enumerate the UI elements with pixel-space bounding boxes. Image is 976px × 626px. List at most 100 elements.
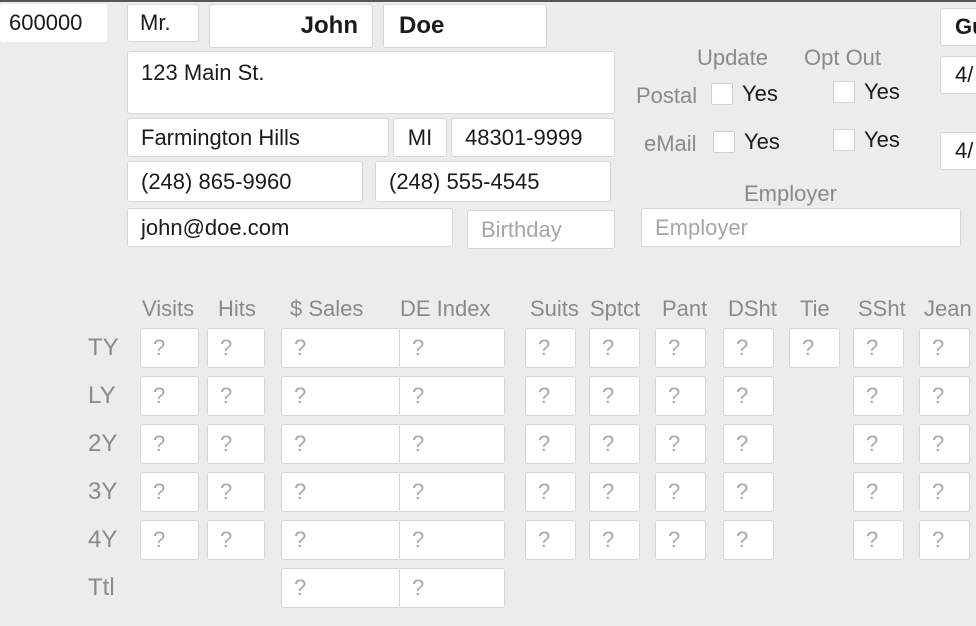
stat-cell-ty-suits[interactable]: ? [525,328,576,368]
employer-field[interactable]: Employer [641,208,961,247]
salutation-field[interactable]: Mr. [127,4,199,42]
first-name-field[interactable]: John [209,4,373,48]
last-name-field[interactable]: Doe [383,4,547,48]
stat-cell-4y-pant[interactable]: ? [655,520,706,560]
stat-cell-2y-jean[interactable]: ? [919,424,970,464]
row-label-3y: 3Y [88,478,118,505]
stat-cell-3y-jean[interactable]: ? [919,472,970,512]
stat-cell-ty-sptct[interactable]: ? [589,328,640,368]
column-header-jean: Jean [924,296,972,321]
stat-cell-2y-de-index[interactable]: ? [399,424,505,464]
state-field[interactable]: MI [393,118,447,157]
stat-cell-4y-hits[interactable]: ? [207,520,265,560]
postal-update-checkbox[interactable] [711,83,733,105]
stat-cell-2y-ssht[interactable]: ? [853,424,904,464]
stat-cell-ty-jean[interactable]: ? [919,328,970,368]
email-field[interactable]: john@doe.com [127,208,453,247]
column-header-tie: Tie [800,296,830,321]
stat-cell-ly-sales[interactable]: ? [281,376,401,416]
row-label-2y: 2Y [88,430,118,457]
stat-cell-2y-hits[interactable]: ? [207,424,265,464]
stat-cell-4y-dsht[interactable]: ? [723,520,774,560]
column-header-suits: Suits [530,296,579,321]
email-update-checkbox[interactable] [713,131,735,153]
stat-cell-ty-ssht[interactable]: ? [853,328,904,368]
stat-cell-2y-visits[interactable]: ? [140,424,199,464]
right-date-field-2[interactable]: 4/ [940,132,976,170]
stat-cell-ly-visits[interactable]: ? [140,376,199,416]
stat-cell-3y-de-index[interactable]: ? [399,472,505,512]
customer-id-field[interactable]: 600000 [0,4,107,42]
optout-header: Opt Out [804,45,882,70]
stat-cell-3y-hits[interactable]: ? [207,472,265,512]
stat-cell-ly-hits[interactable]: ? [207,376,265,416]
column-header-ssht: SSht [858,296,906,321]
stat-cell-ly-de-index[interactable]: ? [399,376,505,416]
stat-cell-3y-dsht[interactable]: ? [723,472,774,512]
column-header-sales: $ Sales [290,296,364,321]
column-header-sptct: Sptct [590,296,641,321]
stat-cell-ty-de-index[interactable]: ? [399,328,505,368]
stat-cell-3y-visits[interactable]: ? [140,472,199,512]
stat-cell-2y-dsht[interactable]: ? [723,424,774,464]
column-header-dsht: DSht [728,296,777,321]
stat-cell-ly-sptct[interactable]: ? [589,376,640,416]
employer-label: Employer [744,181,837,206]
stat-cell-4y-suits[interactable]: ? [525,520,576,560]
stat-cell-3y-pant[interactable]: ? [655,472,706,512]
email-optout-yes-label: Yes [864,127,900,152]
phone2-field[interactable]: (248) 555-4545 [375,161,611,202]
stat-cell-ttl-de-index[interactable]: ? [399,568,505,608]
column-header-de-index: DE Index [400,296,491,321]
column-header-visits: Visits [142,296,195,321]
email-optout-checkbox[interactable] [833,129,855,151]
stat-cell-2y-sales[interactable]: ? [281,424,401,464]
stat-cell-ty-tie[interactable]: ? [789,328,840,368]
postal-update-yes-label: Yes [742,81,778,106]
stat-cell-ly-jean[interactable]: ? [919,376,970,416]
stat-cell-ttl-sales[interactable]: ? [281,568,401,608]
update-header: Update [697,45,768,70]
postal-optout-checkbox[interactable] [833,81,855,103]
stat-cell-4y-ssht[interactable]: ? [853,520,904,560]
stat-cell-ty-hits[interactable]: ? [207,328,265,368]
stat-cell-2y-pant[interactable]: ? [655,424,706,464]
stat-cell-4y-sales[interactable]: ? [281,520,401,560]
stat-cell-3y-suits[interactable]: ? [525,472,576,512]
email-update-yes-label: Yes [744,129,780,154]
stat-cell-2y-suits[interactable]: ? [525,424,576,464]
birthday-field[interactable]: Birthday [467,210,615,249]
stat-cell-ty-dsht[interactable]: ? [723,328,774,368]
stat-cell-4y-de-index[interactable]: ? [399,520,505,560]
city-field[interactable]: Farmington Hills [127,118,389,157]
stat-cell-3y-sptct[interactable]: ? [589,472,640,512]
postal-optout-yes-label: Yes [864,79,900,104]
stat-cell-ly-suits[interactable]: ? [525,376,576,416]
address-field[interactable]: 123 Main St. [127,51,615,114]
right-field-1[interactable]: Gu [940,8,976,46]
stat-cell-4y-jean[interactable]: ? [919,520,970,560]
row-label-ly: LY [88,382,116,409]
stat-cell-3y-sales[interactable]: ? [281,472,401,512]
zip-field[interactable]: 48301-9999 [451,118,615,157]
column-header-hits: Hits [218,296,256,321]
right-date-field-1[interactable]: 4/ [940,56,976,94]
column-header-pant: Pant [662,296,708,321]
stat-cell-ty-sales[interactable]: ? [281,328,401,368]
stat-cell-ty-visits[interactable]: ? [140,328,199,368]
window-top-border [0,0,976,2]
stat-cell-4y-sptct[interactable]: ? [589,520,640,560]
row-label-ttl: Ttl [88,574,115,601]
email-pref-label: eMail [644,131,697,156]
stat-cell-ly-ssht[interactable]: ? [853,376,904,416]
phone1-field[interactable]: (248) 865-9960 [127,161,363,202]
stat-cell-3y-ssht[interactable]: ? [853,472,904,512]
row-label-4y: 4Y [88,526,118,553]
postal-label: Postal [636,83,698,108]
stat-cell-ty-pant[interactable]: ? [655,328,706,368]
stat-cell-2y-sptct[interactable]: ? [589,424,640,464]
stat-cell-ly-pant[interactable]: ? [655,376,706,416]
stat-cell-ly-dsht[interactable]: ? [723,376,774,416]
stat-cell-4y-visits[interactable]: ? [140,520,199,560]
row-label-ty: TY [88,334,119,361]
